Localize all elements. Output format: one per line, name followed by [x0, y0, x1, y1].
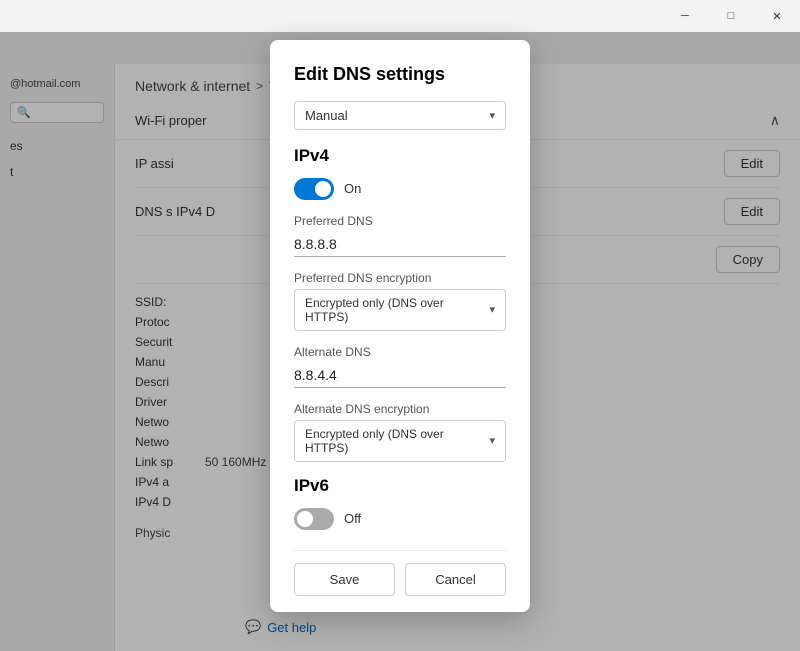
- preferred-dns-encryption-dropdown[interactable]: Encrypted only (DNS over HTTPS) ▾: [294, 289, 506, 331]
- dialog-title: Edit DNS settings: [294, 64, 506, 85]
- ipv4-heading: IPv4: [294, 146, 506, 166]
- chevron-down-icon: ▾: [489, 109, 495, 122]
- dns-mode-dropdown[interactable]: Manual ▾: [294, 101, 506, 130]
- ipv6-toggle-label: Off: [344, 511, 361, 526]
- title-bar: ─ □ ✕: [0, 0, 800, 32]
- ipv6-heading: IPv6: [294, 476, 506, 496]
- ipv4-toggle[interactable]: [294, 178, 334, 200]
- close-button[interactable]: ✕: [754, 0, 800, 32]
- save-button[interactable]: Save: [294, 563, 395, 596]
- alternate-dns-encryption-dropdown[interactable]: Encrypted only (DNS over HTTPS) ▾: [294, 420, 506, 462]
- dialog-footer: Save Cancel: [294, 550, 506, 596]
- window-controls: ─ □ ✕: [662, 0, 800, 32]
- chevron-down-icon-2: ▾: [489, 303, 495, 316]
- ipv6-toggle[interactable]: [294, 508, 334, 530]
- ipv6-toggle-row: Off: [294, 508, 506, 530]
- preferred-dns-input[interactable]: [294, 232, 506, 257]
- edit-dns-dialog: Edit DNS settings Manual ▾ IPv4 On Prefe…: [270, 40, 530, 612]
- maximize-button[interactable]: □: [708, 0, 754, 32]
- ipv4-toggle-row: On: [294, 178, 506, 200]
- toggle-thumb: [315, 181, 331, 197]
- preferred-dns-encryption-label: Preferred DNS encryption: [294, 271, 506, 285]
- preferred-dns-encryption-value: Encrypted only (DNS over HTTPS): [305, 296, 489, 324]
- alternate-dns-label: Alternate DNS: [294, 345, 506, 359]
- alternate-dns-encryption-label: Alternate DNS encryption: [294, 402, 506, 416]
- chevron-down-icon-3: ▾: [489, 434, 495, 447]
- preferred-dns-label: Preferred DNS: [294, 214, 506, 228]
- ipv4-toggle-label: On: [344, 181, 361, 196]
- toggle-thumb-2: [297, 511, 313, 527]
- minimize-button[interactable]: ─: [662, 0, 708, 32]
- alternate-dns-input[interactable]: [294, 363, 506, 388]
- alternate-dns-encryption-value: Encrypted only (DNS over HTTPS): [305, 427, 489, 455]
- dns-mode-value: Manual: [305, 108, 348, 123]
- cancel-button[interactable]: Cancel: [405, 563, 506, 596]
